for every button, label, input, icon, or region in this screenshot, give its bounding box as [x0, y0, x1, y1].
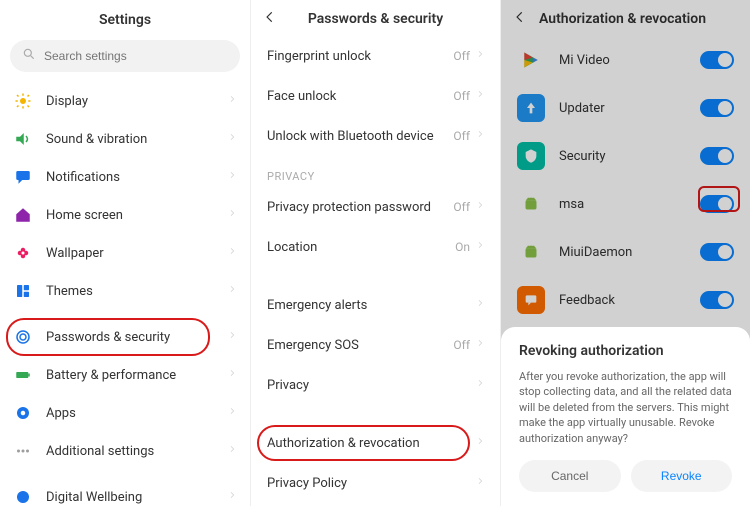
search-bar[interactable]	[10, 40, 240, 72]
setting-row-label: Authorization & revocation	[267, 436, 476, 451]
setting-row[interactable]: Privacy Policy	[251, 463, 500, 503]
chevron-right-icon	[228, 283, 236, 299]
search-icon	[22, 47, 44, 65]
setting-row-label: Location	[267, 240, 455, 255]
settings-row-label: Digital Wellbeing	[46, 490, 228, 505]
page-title: Settings	[0, 0, 250, 36]
settings-row-label: Notifications	[46, 170, 228, 185]
authorization-revocation-pane: Authorization & revocation Mi VideoUpdat…	[500, 0, 750, 506]
chevron-right-icon	[228, 367, 236, 383]
setting-row-value: Off	[453, 49, 470, 63]
setting-row-label: Emergency alerts	[267, 298, 476, 313]
setting-row-label: Privacy	[267, 378, 476, 393]
settings-row[interactable]: Passwords & security	[0, 318, 250, 356]
setting-row-value: Off	[453, 200, 470, 214]
chevron-right-icon	[228, 93, 236, 109]
page-title: Passwords & security	[263, 11, 488, 27]
setting-row-label: Privacy protection password	[267, 200, 453, 215]
settings-row[interactable]: Wallpaper	[0, 234, 250, 272]
setting-row-label: Unlock with Bluetooth device	[267, 129, 453, 144]
settings-row-label: Passwords & security	[46, 330, 228, 345]
chevron-right-icon	[228, 443, 236, 459]
dots-icon	[14, 442, 32, 460]
circle-icon	[14, 488, 32, 506]
settings-row[interactable]: Sound & vibration	[0, 120, 250, 158]
settings-row[interactable]: Battery & performance	[0, 356, 250, 394]
settings-row[interactable]: Display	[0, 82, 250, 120]
settings-row-label: Themes	[46, 284, 228, 299]
chevron-right-icon	[476, 377, 484, 393]
revoke-button[interactable]: Revoke	[631, 460, 733, 492]
dialog-body: After you revoke authorization, the app …	[519, 369, 732, 446]
chevron-right-icon	[228, 405, 236, 421]
chevron-right-icon	[228, 489, 236, 505]
sun-icon	[14, 92, 32, 110]
chevron-right-icon	[228, 207, 236, 223]
setting-row-label: Emergency SOS	[267, 338, 453, 353]
setting-row[interactable]: Emergency alerts	[251, 285, 500, 325]
setting-row-label: Fingerprint unlock	[267, 49, 453, 64]
settings-row-label: Display	[46, 94, 228, 109]
chevron-right-icon	[228, 329, 236, 345]
settings-row-label: Battery & performance	[46, 368, 228, 383]
chevron-right-icon	[228, 169, 236, 185]
chevron-right-icon	[476, 297, 484, 313]
gear-icon	[14, 404, 32, 422]
section-header: PRIVACY	[251, 156, 500, 187]
setting-row-label: Face unlock	[267, 89, 453, 104]
fingerprint-icon	[14, 328, 32, 346]
flower-icon	[14, 244, 32, 262]
chevron-right-icon	[476, 128, 484, 144]
setting-row[interactable]: Privacy protection passwordOff	[251, 187, 500, 227]
settings-row-label: Apps	[46, 406, 228, 421]
chevron-right-icon	[476, 435, 484, 451]
home-icon	[14, 206, 32, 224]
chevron-right-icon	[476, 88, 484, 104]
dialog-title: Revoking authorization	[519, 343, 732, 359]
settings-row[interactable]: Apps	[0, 394, 250, 432]
settings-pane: Settings Display Sound & vibration Notific…	[0, 0, 250, 506]
setting-row[interactable]: LocationOn	[251, 227, 500, 267]
settings-row[interactable]: Home screen	[0, 196, 250, 234]
setting-row[interactable]: Privacy	[251, 365, 500, 405]
revoke-dialog: Revoking authorization After you revoke …	[501, 327, 750, 506]
palette-icon	[14, 282, 32, 300]
battery-icon	[14, 366, 32, 384]
setting-row[interactable]: Emergency SOSOff	[251, 325, 500, 365]
settings-row-label: Home screen	[46, 208, 228, 223]
speaker-icon	[14, 130, 32, 148]
settings-row-label: Wallpaper	[46, 246, 228, 261]
setting-row-value: Off	[453, 338, 470, 352]
chevron-right-icon	[476, 239, 484, 255]
chevron-right-icon	[476, 337, 484, 353]
setting-row[interactable]: Authorization & revocation	[251, 423, 500, 463]
setting-row-value: On	[455, 240, 470, 254]
chevron-right-icon	[476, 199, 484, 215]
chevron-right-icon	[476, 48, 484, 64]
cancel-button[interactable]: Cancel	[519, 460, 621, 492]
settings-row[interactable]: Digital Wellbeing	[0, 478, 250, 506]
chevron-right-icon	[476, 475, 484, 491]
search-input[interactable]	[44, 49, 228, 63]
settings-row[interactable]: Additional settings	[0, 432, 250, 470]
chevron-right-icon	[228, 245, 236, 261]
comment-icon	[14, 168, 32, 186]
setting-row[interactable]: Fingerprint unlockOff	[251, 36, 500, 76]
setting-row[interactable]: Unlock with Bluetooth deviceOff	[251, 116, 500, 156]
settings-row[interactable]: Notifications	[0, 158, 250, 196]
setting-row-value: Off	[453, 89, 470, 103]
setting-row[interactable]: Face unlockOff	[251, 76, 500, 116]
setting-row-value: Off	[453, 129, 470, 143]
passwords-security-pane: Passwords & security Fingerprint unlockO…	[250, 0, 500, 506]
settings-row-label: Sound & vibration	[46, 132, 228, 147]
settings-row[interactable]: Themes	[0, 272, 250, 310]
settings-row-label: Additional settings	[46, 444, 228, 459]
setting-row-label: Privacy Policy	[267, 476, 476, 491]
chevron-right-icon	[228, 131, 236, 147]
